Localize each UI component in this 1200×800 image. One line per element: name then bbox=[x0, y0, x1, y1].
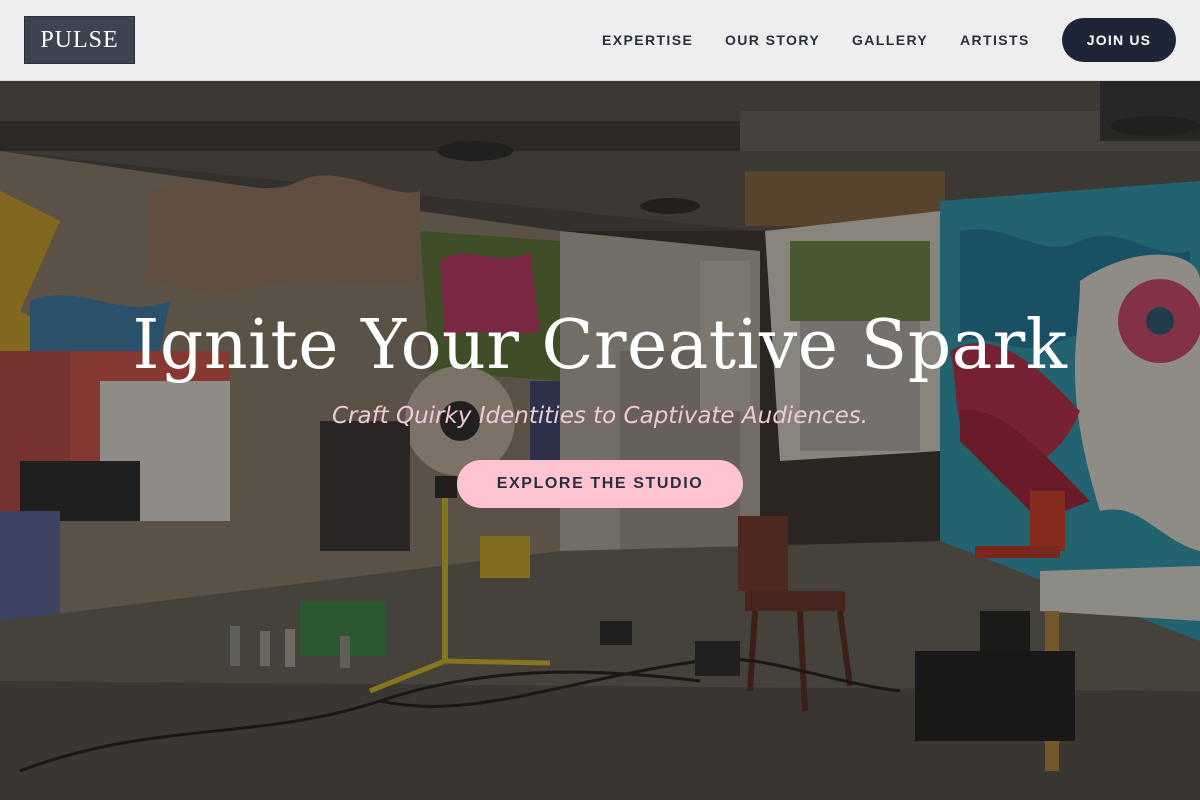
site-header: PULSE EXPERTISE OUR STORY GALLERY ARTIST… bbox=[0, 0, 1200, 81]
brand-logo[interactable]: PULSE bbox=[24, 16, 135, 64]
nav-link-gallery[interactable]: GALLERY bbox=[852, 31, 928, 49]
hero-section bbox=[0, 81, 1200, 800]
nav-link-expertise[interactable]: EXPERTISE bbox=[602, 31, 693, 49]
nav-link-artists[interactable]: ARTISTS bbox=[960, 31, 1030, 49]
hero-subtitle: Craft Quirky Identities to Captivate Aud… bbox=[331, 403, 869, 429]
nav-link-our-story[interactable]: OUR STORY bbox=[725, 31, 820, 49]
hero-dark-overlay bbox=[0, 81, 1200, 800]
explore-studio-button[interactable]: EXPLORE THE STUDIO bbox=[457, 460, 743, 508]
hero-title: Ignite Your Creative Spark bbox=[132, 306, 1068, 385]
join-us-button[interactable]: JOIN US bbox=[1062, 18, 1176, 62]
